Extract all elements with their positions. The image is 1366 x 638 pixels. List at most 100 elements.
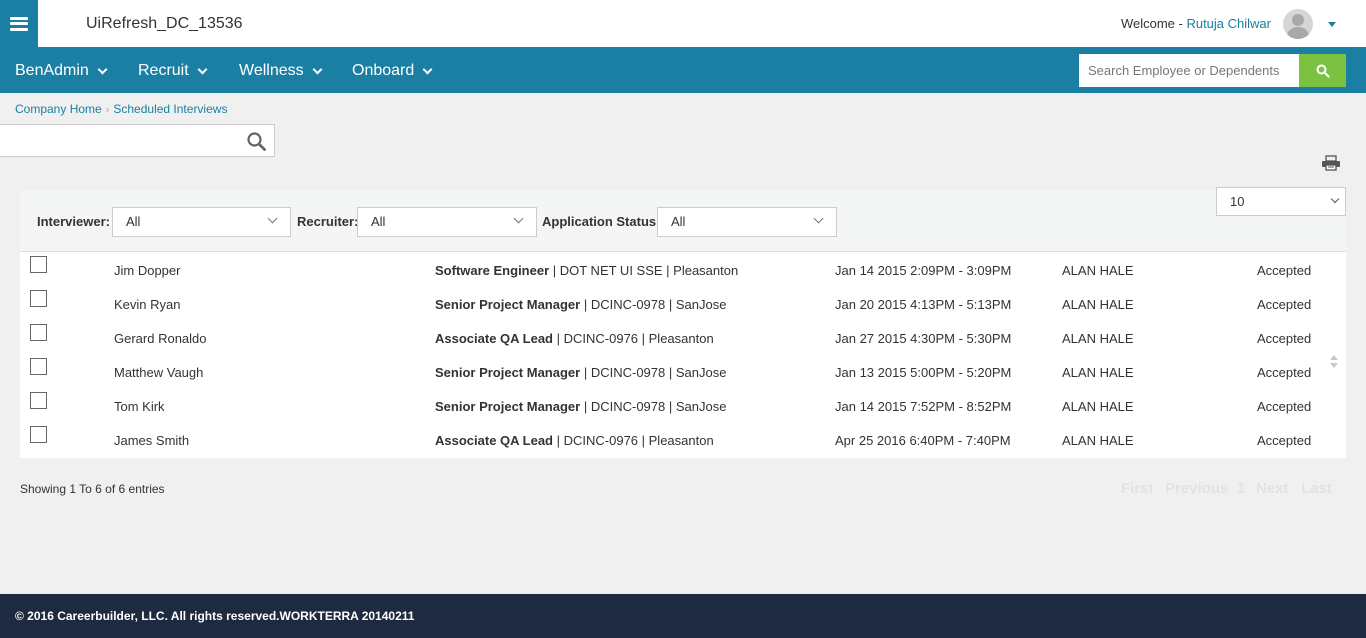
application-status: Accepted xyxy=(1257,433,1312,448)
table-row[interactable]: Tom Kirk Senior Project Manager | DCINC-… xyxy=(20,388,1346,422)
row-checkbox[interactable] xyxy=(30,392,47,409)
interviewer-name: ALAN HALE xyxy=(1062,433,1134,448)
candidate-name[interactable]: James Smith xyxy=(114,433,189,448)
chevron-down-icon xyxy=(813,213,824,224)
application-status: Accepted xyxy=(1257,297,1312,312)
row-checkbox[interactable] xyxy=(30,358,47,375)
avatar[interactable] xyxy=(1283,9,1313,39)
table-row[interactable]: Matthew Vaugh Senior Project Manager | D… xyxy=(20,354,1346,388)
table-row[interactable]: Gerard Ronaldo Associate QA Lead | DCINC… xyxy=(20,320,1346,354)
welcome-text: Welcome - Rutuja Chilwar xyxy=(1121,16,1271,31)
breadcrumb: Company Home › Scheduled Interviews xyxy=(15,102,228,116)
breadcrumb-company-home[interactable]: Company Home xyxy=(15,102,102,116)
interview-schedule: Apr 25 2016 6:40PM - 7:40PM xyxy=(835,433,1011,448)
interviewer-select[interactable]: All xyxy=(112,207,291,237)
entries-summary: Showing 1 To 6 of 6 entries xyxy=(20,482,165,496)
nav-item-onboard[interactable]: Onboard xyxy=(352,62,433,80)
interviewer-select-value: All xyxy=(126,214,141,229)
interviewer-label: Interviewer: xyxy=(37,214,110,229)
candidate-name[interactable]: Kevin Ryan xyxy=(114,297,180,312)
interviewer-name: ALAN HALE xyxy=(1062,365,1134,380)
pager-first[interactable]: First xyxy=(1121,480,1154,497)
interview-search xyxy=(0,124,275,157)
chevron-down-icon xyxy=(197,64,208,74)
nav-item-wellness[interactable]: Wellness xyxy=(239,62,323,80)
nav-item-label: Wellness xyxy=(239,62,304,79)
application-status: Accepted xyxy=(1257,399,1312,414)
user-name-link[interactable]: Rutuja Chilwar xyxy=(1186,16,1271,31)
interview-schedule: Jan 13 2015 5:00PM - 5:20PM xyxy=(835,365,1012,380)
application-status-select[interactable]: All xyxy=(657,207,837,237)
nav-item-label: Recruit xyxy=(138,62,189,79)
application-status-select-value: All xyxy=(671,214,686,229)
chevron-down-icon xyxy=(513,213,524,224)
nav-item-recruit[interactable]: Recruit xyxy=(138,62,208,80)
table-row[interactable]: Jim Dopper Software Engineer | DOT NET U… xyxy=(20,252,1346,286)
table-row[interactable]: James Smith Associate QA Lead | DCINC-09… xyxy=(20,422,1346,456)
recruiter-select[interactable]: All xyxy=(357,207,537,237)
row-checkbox[interactable] xyxy=(30,256,47,273)
breadcrumb-scheduled-interviews[interactable]: Scheduled Interviews xyxy=(113,102,227,116)
candidate-name[interactable]: Gerard Ronaldo xyxy=(114,331,207,346)
candidate-name[interactable]: Matthew Vaugh xyxy=(114,365,203,380)
application-status-label: Application Status: xyxy=(542,214,661,229)
job-info: Senior Project Manager | DCINC-0978 | Sa… xyxy=(435,399,727,414)
employee-search-input[interactable] xyxy=(1079,54,1299,87)
nav-item-label: Onboard xyxy=(352,62,415,79)
page-size-value: 10 xyxy=(1230,194,1245,209)
row-checkbox[interactable] xyxy=(30,290,47,307)
job-info: Senior Project Manager | DCINC-0978 | Sa… xyxy=(435,297,727,312)
pager-next[interactable]: Next xyxy=(1256,480,1289,497)
nav-item-benadmin[interactable]: BenAdmin xyxy=(15,62,108,80)
row-checkbox[interactable] xyxy=(30,426,47,443)
caret-down-icon[interactable] xyxy=(1328,22,1336,27)
filter-bar: Interviewer: All Recruiter: All Applicat… xyxy=(20,187,1346,252)
interviewer-name: ALAN HALE xyxy=(1062,263,1134,278)
chevron-down-icon xyxy=(267,213,278,224)
application-status: Accepted xyxy=(1257,365,1312,380)
pager-page-1[interactable]: 1 xyxy=(1237,480,1245,497)
menu-button[interactable] xyxy=(0,0,38,47)
search-icon[interactable] xyxy=(247,132,266,151)
sort-icon[interactable] xyxy=(1329,355,1339,368)
row-checkbox[interactable] xyxy=(30,324,47,341)
print-icon[interactable] xyxy=(1321,155,1341,171)
job-info: Software Engineer | DOT NET UI SSE | Ple… xyxy=(435,263,739,278)
nav-item-label: BenAdmin xyxy=(15,62,89,79)
footer: © 2016 Careerbuilder, LLC. All rights re… xyxy=(0,594,1366,638)
application-status: Accepted xyxy=(1257,263,1312,278)
chevron-down-icon xyxy=(1330,194,1340,204)
table-row[interactable]: Kevin Ryan Senior Project Manager | DCIN… xyxy=(20,286,1346,320)
recruiter-label: Recruiter: xyxy=(297,214,359,229)
recruiter-select-value: All xyxy=(371,214,386,229)
interviewer-name: ALAN HALE xyxy=(1062,297,1134,312)
welcome-label: Welcome - xyxy=(1120,16,1183,31)
interview-schedule: Jan 27 2015 4:30PM - 5:30PM xyxy=(835,331,1012,346)
pager-last[interactable]: Last xyxy=(1301,480,1332,497)
interviewer-name: ALAN HALE xyxy=(1062,399,1134,414)
interview-schedule: Jan 14 2015 2:09PM - 3:09PM xyxy=(835,263,1012,278)
pager-previous[interactable]: Previous xyxy=(1165,480,1228,497)
menu-icon xyxy=(10,16,28,31)
interview-schedule: Jan 20 2015 4:13PM - 5:13PM xyxy=(835,297,1012,312)
page-size-select[interactable]: 10 xyxy=(1216,187,1346,216)
top-bar: UiRefresh_DC_13536 Welcome - Rutuja Chil… xyxy=(0,0,1366,47)
interviewer-name: ALAN HALE xyxy=(1062,331,1134,346)
search-icon xyxy=(1316,64,1330,78)
candidate-name[interactable]: Tom Kirk xyxy=(114,399,165,414)
job-info: Associate QA Lead | DCINC-0976 | Pleasan… xyxy=(435,331,714,346)
chevron-down-icon xyxy=(97,64,108,74)
job-info: Senior Project Manager | DCINC-0978 | Sa… xyxy=(435,365,727,380)
candidate-name[interactable]: Jim Dopper xyxy=(114,263,180,278)
main-nav: BenAdmin Recruit Wellness Onboard xyxy=(0,47,1366,93)
footer-copyright: © 2016 Careerbuilder, LLC. All rights re… xyxy=(15,609,415,623)
interview-schedule: Jan 14 2015 7:52PM - 8:52PM xyxy=(835,399,1012,414)
chevron-down-icon xyxy=(422,64,433,74)
chevron-down-icon xyxy=(312,64,323,74)
interviews-panel: Interviewer: All Recruiter: All Applicat… xyxy=(20,187,1346,458)
app-title: UiRefresh_DC_13536 xyxy=(86,15,243,32)
application-status: Accepted xyxy=(1257,331,1312,346)
employee-search-button[interactable] xyxy=(1299,54,1346,87)
interview-search-input[interactable] xyxy=(0,125,240,156)
job-info: Associate QA Lead | DCINC-0976 | Pleasan… xyxy=(435,433,714,448)
